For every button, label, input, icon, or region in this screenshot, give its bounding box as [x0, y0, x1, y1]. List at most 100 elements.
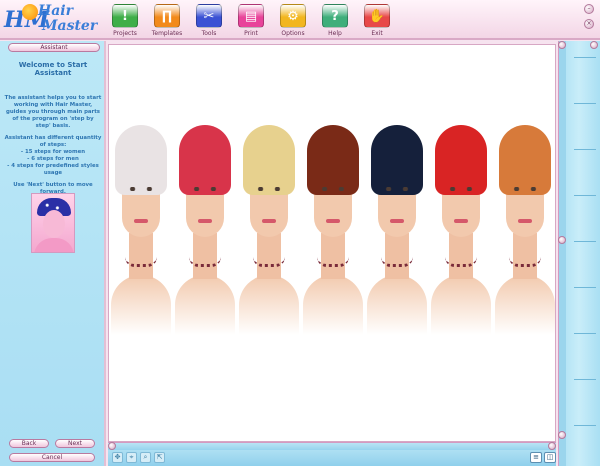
toolbar-label: Tools: [201, 30, 217, 37]
next-button[interactable]: Next: [55, 439, 95, 448]
toolbar-label: Help: [328, 30, 342, 37]
desc-steps-women: - 15 steps for women: [20, 149, 86, 155]
face-lips: [390, 219, 404, 223]
vscroll-bottom-knob[interactable]: [558, 431, 566, 439]
face-chest: [175, 275, 235, 335]
face-lips: [198, 219, 212, 223]
move-tool[interactable]: ✥: [112, 452, 123, 463]
face-hair: [435, 125, 487, 195]
hairstyle-black-bob[interactable]: [365, 125, 429, 335]
face-eyes: [383, 187, 411, 191]
ruler-tick: [574, 333, 596, 334]
zoom-tool[interactable]: ⌕: [140, 452, 151, 463]
avatar-shoulders: [34, 238, 74, 252]
horizontal-scrollbar[interactable]: [108, 442, 556, 450]
close-icon: ×: [586, 20, 592, 27]
back-button[interactable]: Back: [9, 439, 49, 448]
hairstyle-copper-spiky[interactable]: [493, 125, 555, 335]
hairstyle-auburn-short[interactable]: [301, 125, 365, 335]
face-neck: [129, 233, 153, 279]
face-neck: [193, 233, 217, 279]
vscroll-mid-knob[interactable]: [558, 236, 566, 244]
hairstyle-blonde-curls[interactable]: [237, 125, 301, 335]
top-toolbar: HM Hair Master ! Projects ∏ Templates ✂ Tools…: [0, 0, 600, 40]
face-chest: [367, 275, 427, 335]
list-view-button[interactable]: ≡: [530, 452, 542, 463]
logo-line-2: Master: [42, 18, 98, 34]
face-neck: [449, 233, 473, 279]
face-neck: [385, 233, 409, 279]
face-chest: [111, 275, 171, 335]
app-logo: HM Hair Master: [2, 2, 104, 38]
avatar-face: [43, 210, 65, 238]
split-view-icon: ◫: [546, 453, 554, 461]
face-necklace: [509, 257, 541, 267]
vertical-scrollbar[interactable]: [558, 41, 566, 466]
zoom-fit-tool[interactable]: ⌖: [126, 452, 137, 463]
face-necklace: [253, 257, 285, 267]
hairstyle-platinum-bob[interactable]: [109, 125, 173, 335]
face-necklace: [445, 257, 477, 267]
face-hair: [371, 125, 423, 195]
face-lips: [262, 219, 276, 223]
split-view-button[interactable]: ◫: [544, 452, 556, 463]
toolbar-button-help[interactable]: ? Help: [314, 2, 356, 40]
ruler-tick: [574, 379, 596, 380]
face-chest: [431, 275, 491, 335]
move-icon: ✥: [114, 453, 121, 461]
toolbar-button-tools[interactable]: ✂ Tools: [188, 2, 230, 40]
cancel-button[interactable]: Cancel: [9, 453, 95, 462]
templates-icon: ∏: [154, 4, 180, 28]
toolbar-button-projects[interactable]: ! Projects: [104, 2, 146, 40]
face-eyes: [255, 187, 283, 191]
face-chest: [303, 275, 363, 335]
desc-steps: Assistant has different quantity of step…: [4, 135, 102, 177]
gear-icon: ⚙: [280, 4, 306, 28]
work-canvas[interactable]: [108, 44, 556, 442]
vscroll-top-knob[interactable]: [558, 41, 566, 49]
face-hair: [179, 125, 231, 195]
logo-sun-icon: [22, 4, 38, 20]
zoom-icon: ⌕: [143, 453, 148, 461]
face-chest: [239, 275, 299, 335]
ruler-top-knob[interactable]: [590, 41, 598, 49]
zoom-out-tool[interactable]: ⇱: [154, 452, 165, 463]
minimize-button[interactable]: –: [584, 4, 594, 14]
hairstyle-red-bandana[interactable]: [173, 125, 237, 335]
ruler-tick: [574, 241, 596, 242]
ruler-tick: [574, 57, 596, 58]
toolbar-label: Exit: [371, 30, 383, 37]
toolbar-button-print[interactable]: ▤ Print: [230, 2, 272, 40]
question-icon: ?: [322, 4, 348, 28]
face-neck: [257, 233, 281, 279]
hairstyle-gallery: [109, 125, 555, 335]
face-lips: [454, 219, 468, 223]
welcome-heading: Welcome to Start Assistant: [18, 61, 88, 77]
minimize-icon: –: [587, 5, 591, 12]
close-button[interactable]: ×: [584, 19, 594, 29]
face-hair: [115, 125, 167, 195]
bottom-toolbar: ✥ ⌖ ⌕ ⇱ ≡ ◫: [108, 450, 556, 466]
hairstyle-red-cap[interactable]: [429, 125, 493, 335]
assistant-title-tab[interactable]: Assistant: [8, 43, 100, 52]
assistant-description: The assistant helps you to start working…: [4, 95, 102, 201]
face-hair: [243, 125, 295, 195]
face-hair: [499, 125, 551, 195]
hscroll-left-knob[interactable]: [108, 442, 116, 450]
toolbar-label: Print: [244, 30, 258, 37]
right-ruler-panel: [558, 41, 600, 466]
desc-steps-predefined: - 4 steps for predefined styles usage: [7, 163, 99, 176]
logo-mark-icon: HM: [4, 4, 49, 36]
face-eyes: [127, 187, 155, 191]
desc-steps-heading: Assistant has different quantity of step…: [4, 135, 102, 148]
toolbar-button-templates[interactable]: ∏ Templates: [146, 2, 188, 40]
hscroll-right-knob[interactable]: [548, 442, 556, 450]
logo-text: Hair Master: [38, 4, 97, 34]
face-hair: [307, 125, 359, 195]
face-chest: [495, 275, 555, 335]
toolbar-button-options[interactable]: ⚙ Options: [272, 2, 314, 40]
face-necklace: [189, 257, 221, 267]
face-necklace: [381, 257, 413, 267]
toolbar-button-exit[interactable]: ✋ Exit: [356, 2, 398, 40]
list-view-icon: ≡: [533, 453, 539, 461]
